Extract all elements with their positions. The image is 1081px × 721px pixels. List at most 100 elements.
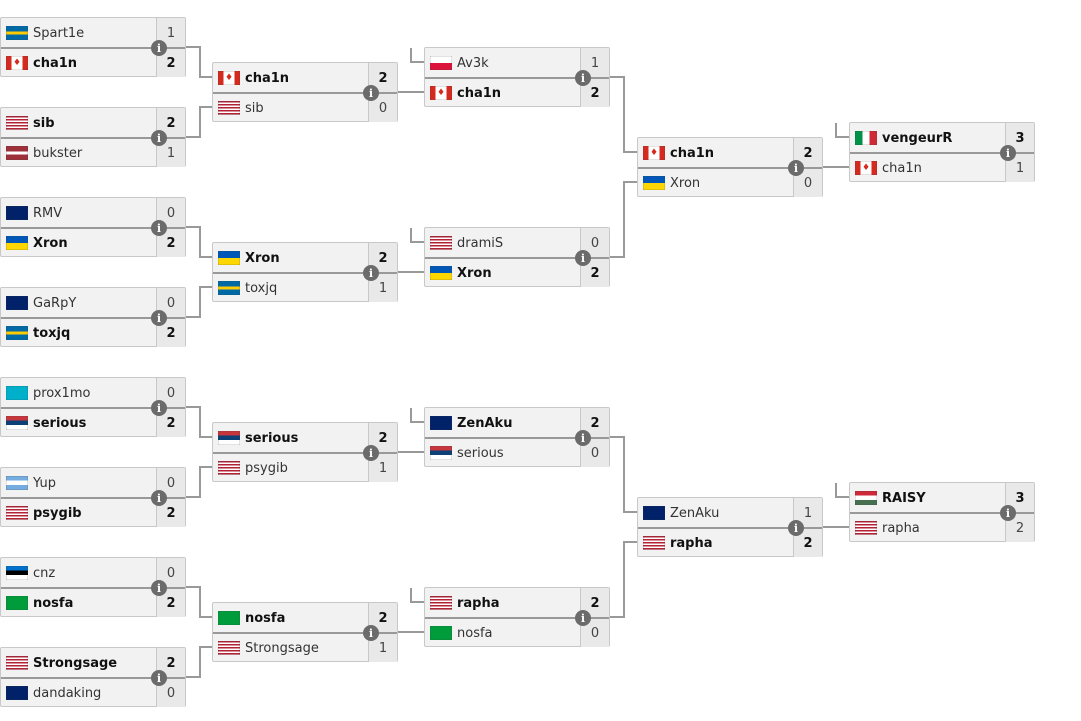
player-name[interactable]: nosfa [245, 611, 368, 626]
flag-br-icon [218, 611, 240, 625]
flag-gb-icon [6, 296, 28, 310]
flag-us-icon [6, 116, 28, 130]
player-name[interactable]: GaRpY [33, 296, 156, 311]
match-card: ♦ cha1n 2 sib 0 i [212, 62, 398, 122]
match-info-icon[interactable]: i [151, 220, 167, 236]
player-name[interactable]: Av3k [457, 56, 580, 71]
match-card: Av3k 1 ♦ cha1n 2 i [424, 47, 610, 107]
match-info-icon[interactable]: i [363, 445, 379, 461]
player-name[interactable]: serious [245, 431, 368, 446]
match-info-icon[interactable]: i [363, 625, 379, 641]
flag-us-icon [6, 656, 28, 670]
flag-ee-icon [6, 566, 28, 580]
match-info-icon[interactable]: i [151, 130, 167, 146]
match-info-icon[interactable]: i [575, 430, 591, 446]
player-name[interactable]: psygib [245, 461, 368, 476]
match-card: Yup 0 psygib 2 i [0, 467, 186, 527]
player-name[interactable]: Strongsage [33, 656, 156, 671]
match-card: serious 2 psygib 1 i [212, 422, 398, 482]
flag-ua-icon [6, 236, 28, 250]
player-name[interactable]: cha1n [670, 146, 793, 161]
flag-kz-icon [6, 386, 28, 400]
flag-us-icon [218, 641, 240, 655]
connector-line [410, 48, 424, 63]
match-info-icon[interactable]: i [151, 670, 167, 686]
flag-ua-icon [430, 266, 452, 280]
player-name[interactable]: cha1n [33, 56, 156, 71]
player-name[interactable]: nosfa [457, 626, 580, 641]
player-name[interactable]: rapha [882, 521, 1005, 536]
match-info-icon[interactable]: i [1000, 505, 1016, 521]
flag-rs-icon [430, 446, 452, 460]
player-name[interactable]: cnz [33, 566, 156, 581]
connector-line [186, 586, 212, 618]
player-name[interactable]: ZenAku [457, 416, 580, 431]
player-name[interactable]: bukster [33, 146, 156, 161]
player-name[interactable]: rapha [670, 536, 793, 551]
connector-line [410, 228, 424, 243]
flag-us-icon [430, 596, 452, 610]
player-name[interactable]: cha1n [457, 86, 580, 101]
match-info-icon[interactable]: i [363, 265, 379, 281]
match-info-icon[interactable]: i [575, 70, 591, 86]
connector-line [835, 123, 849, 138]
player-name[interactable]: Strongsage [245, 641, 368, 656]
player-name[interactable]: psygib [33, 506, 156, 521]
flag-br-icon [430, 626, 452, 640]
match-info-icon[interactable]: i [788, 160, 804, 176]
player-name[interactable]: serious [457, 446, 580, 461]
flag-br-icon [6, 596, 28, 610]
flag-ua-icon [218, 251, 240, 265]
player-name[interactable]: rapha [457, 596, 580, 611]
flag-ca-icon: ♦ [6, 56, 28, 70]
match-card: nosfa 2 Strongsage 1 i [212, 602, 398, 662]
player-name[interactable]: ZenAku [670, 506, 793, 521]
player-name[interactable]: dramiS [457, 236, 580, 251]
match-card: prox1mo 0 serious 2 i [0, 377, 186, 437]
flag-au-icon [6, 686, 28, 700]
player-name[interactable]: prox1mo [33, 386, 156, 401]
connector-line [186, 46, 212, 78]
match-card: ZenAku 1 rapha 2 i [637, 497, 823, 557]
connector-line [610, 76, 637, 153]
player-name[interactable]: sib [245, 101, 368, 116]
match-info-icon[interactable]: i [363, 85, 379, 101]
player-name[interactable]: serious [33, 416, 156, 431]
player-name[interactable]: Xron [245, 251, 368, 266]
player-name[interactable]: nosfa [33, 596, 156, 611]
match-info-icon[interactable]: i [151, 310, 167, 326]
flag-ar-icon [6, 476, 28, 490]
match-info-icon[interactable]: i [788, 520, 804, 536]
flag-se-icon [218, 281, 240, 295]
match-card: cnz 0 nosfa 2 i [0, 557, 186, 617]
match-info-icon[interactable]: i [575, 250, 591, 266]
match-info-icon[interactable]: i [151, 490, 167, 506]
match-info-icon[interactable]: i [151, 40, 167, 56]
flag-ca-icon: ♦ [430, 86, 452, 100]
match-info-icon[interactable]: i [575, 610, 591, 626]
match-card: Strongsage 2 dandaking 0 i [0, 647, 186, 707]
player-name[interactable]: Yup [33, 476, 156, 491]
match-info-icon[interactable]: i [151, 400, 167, 416]
flag-us-icon [218, 461, 240, 475]
player-name[interactable]: Xron [670, 176, 793, 191]
player-name[interactable]: Xron [457, 266, 580, 281]
flag-us-icon [218, 101, 240, 115]
flag-rs-icon [6, 416, 28, 430]
player-name[interactable]: toxjq [245, 281, 368, 296]
player-name[interactable]: cha1n [882, 161, 1005, 176]
player-name[interactable]: cha1n [245, 71, 368, 86]
match-info-icon[interactable]: i [151, 580, 167, 596]
player-name[interactable]: toxjq [33, 326, 156, 341]
player-name[interactable]: RMV [33, 206, 156, 221]
player-name[interactable]: vengeurR [882, 131, 1005, 146]
match-card: vengeurR 3 ♦ cha1n 1 i [849, 122, 1035, 182]
match-info-icon[interactable]: i [1000, 145, 1016, 161]
player-name[interactable]: Spart1e [33, 26, 156, 41]
player-name[interactable]: Xron [33, 236, 156, 251]
player-name[interactable]: RAISY [882, 491, 1005, 506]
flag-us-icon [855, 521, 877, 535]
player-name[interactable]: dandaking [33, 686, 156, 701]
player-name[interactable]: sib [33, 116, 156, 131]
flag-se-icon [6, 26, 28, 40]
